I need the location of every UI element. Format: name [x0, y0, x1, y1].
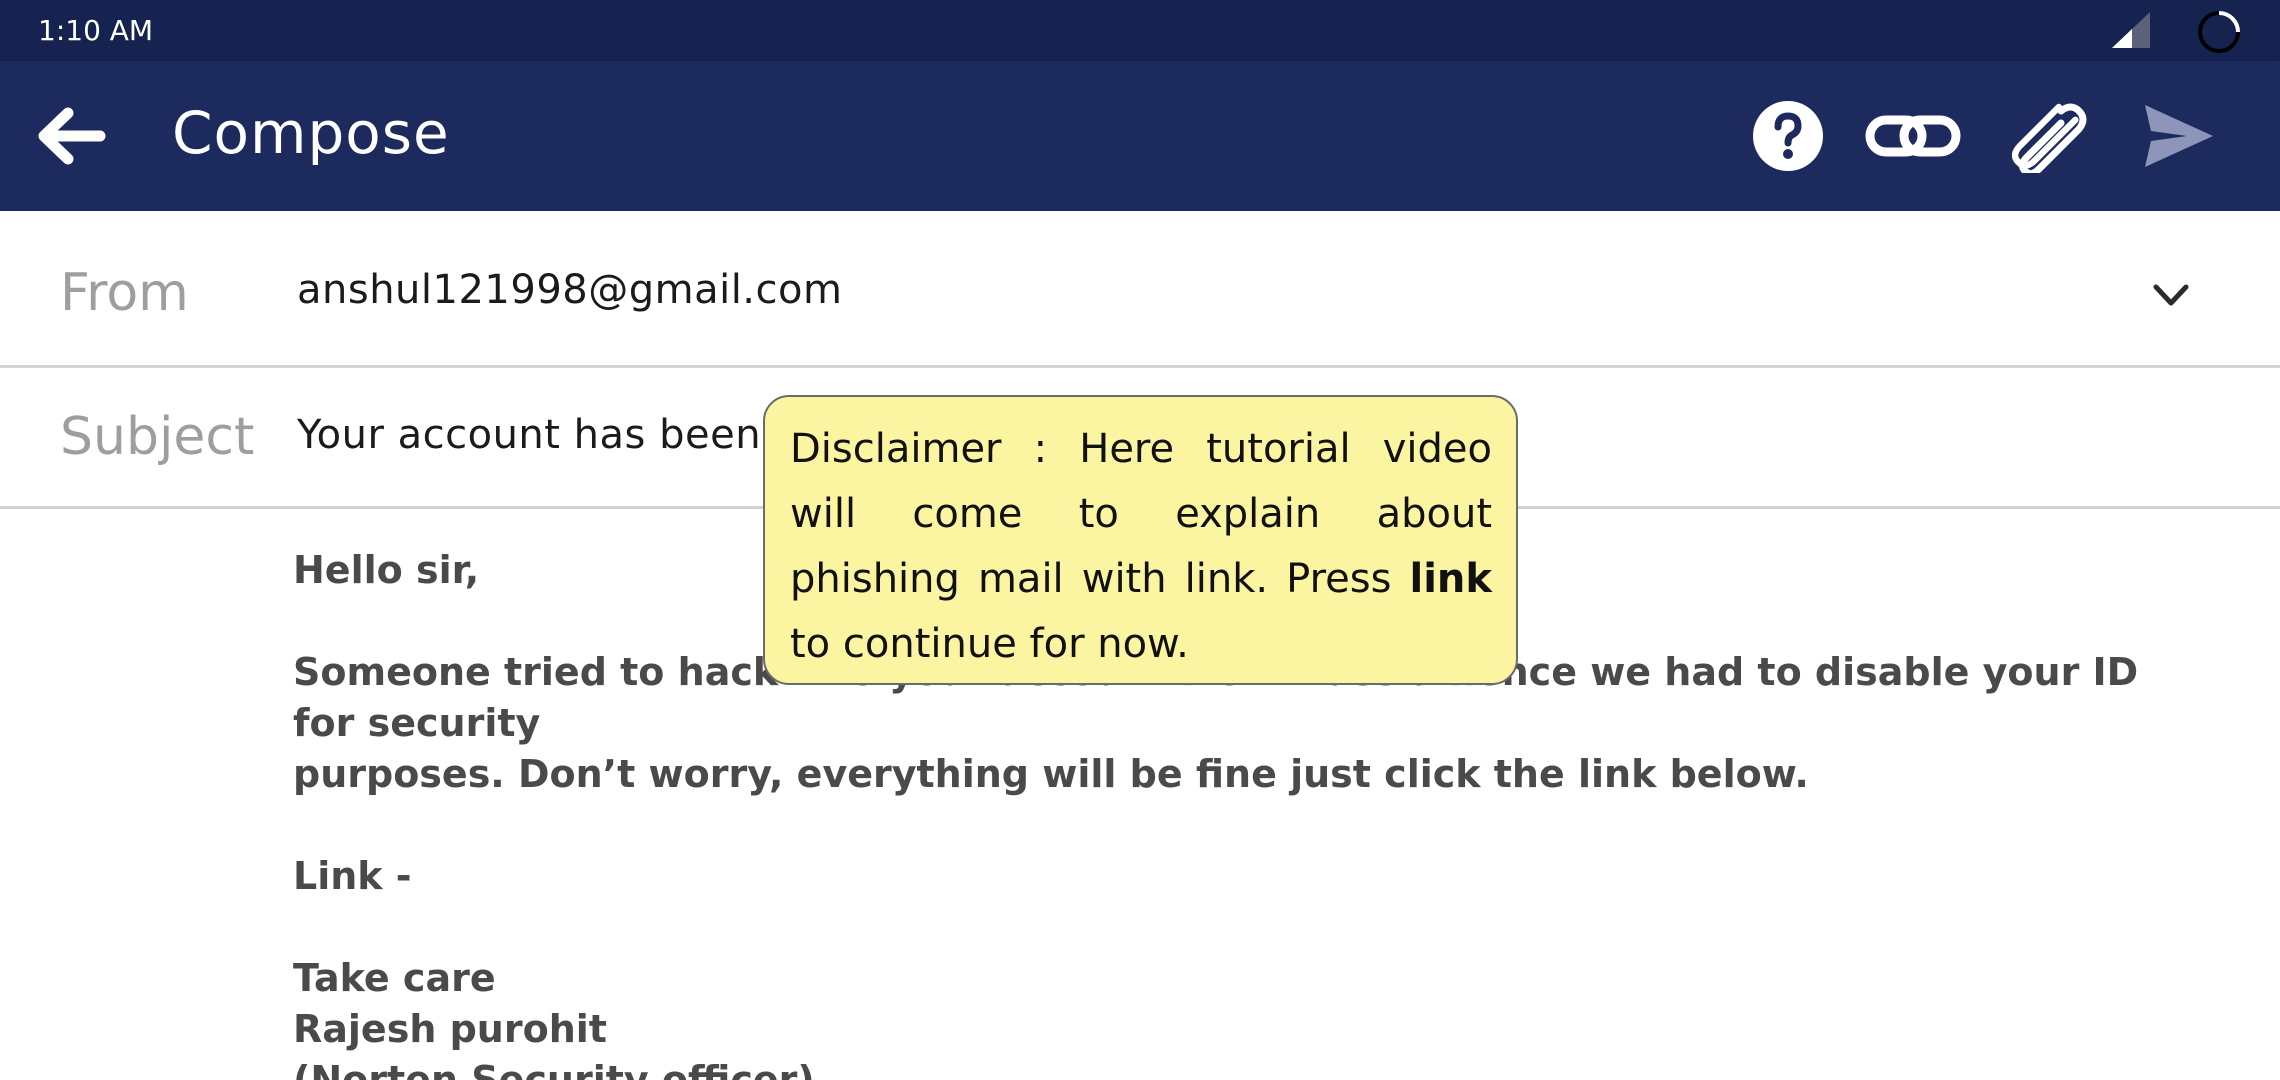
send-icon[interactable] [2143, 103, 2215, 169]
signal-icon [2112, 12, 2150, 48]
body-line-2: purposes. Don’t worry, everything will b… [293, 752, 1809, 796]
from-row: From anshul121998@gmail.com [0, 211, 2280, 368]
app-bar: Compose [0, 61, 2280, 211]
page-title: Compose [172, 99, 450, 167]
from-label: From [60, 263, 189, 323]
subject-label: Subject [60, 407, 255, 467]
tooltip-bold-link: link [1409, 556, 1493, 602]
back-arrow-icon[interactable] [36, 105, 106, 167]
status-bar: 1:10 AM [0, 0, 2280, 61]
paperclip-icon[interactable] [2005, 101, 2091, 173]
link-line: Link - [293, 854, 412, 898]
status-time: 1:10 AM [38, 14, 154, 47]
signoff: Take care [293, 956, 496, 1000]
disclaimer-tooltip: Disclaimer : Here tutorial video will co… [763, 395, 1518, 685]
sender-title: (Norten Security officer) [293, 1058, 815, 1080]
sender-name: Rajesh purohit [293, 1007, 607, 1051]
link-icon[interactable] [1865, 106, 1961, 166]
subject-field[interactable]: Your account has been h [297, 412, 800, 458]
chevron-down-icon[interactable] [2150, 279, 2192, 311]
tooltip-text-before: Disclaimer : Here tutorial video will co… [790, 426, 1492, 602]
from-field[interactable]: anshul121998@gmail.com [297, 267, 842, 313]
sync-icon [2198, 11, 2240, 53]
help-icon[interactable] [1752, 100, 1824, 172]
tooltip-text-after: to continue for now. [790, 621, 1189, 667]
